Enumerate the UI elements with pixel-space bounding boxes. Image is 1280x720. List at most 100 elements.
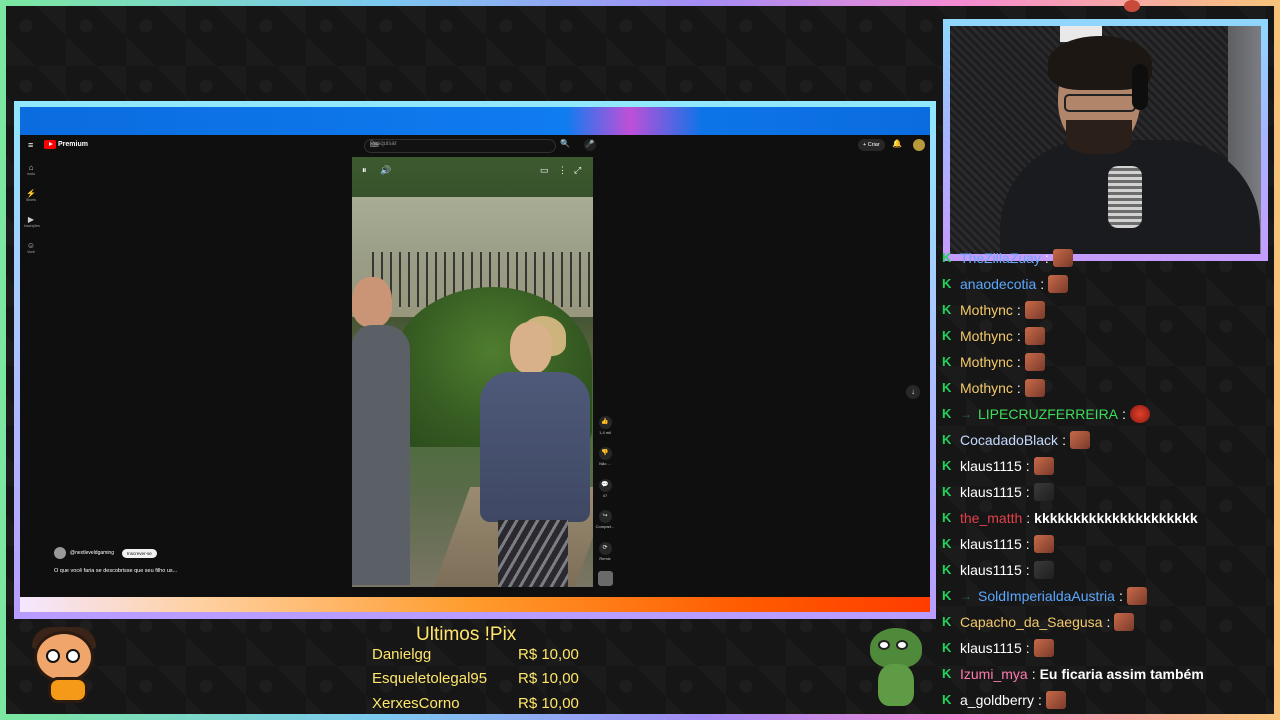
chat-username[interactable]: Mothync <box>960 380 1013 396</box>
chat-panel: K TheZillaZuay: Kanaodecotia: K Mothync: K Mot… <box>942 246 1272 714</box>
chat-username[interactable]: klaus1115 <box>960 536 1022 552</box>
youtube-logo[interactable]: Premium <box>44 140 88 149</box>
remix-button[interactable]: ⟳ Remix <box>594 542 616 561</box>
chat-username[interactable]: CocadadoBlack <box>960 432 1058 448</box>
keyboard-icon[interactable]: ⌨ <box>370 142 551 149</box>
like-button[interactable]: 👍 1,4 mil <box>594 416 616 435</box>
chat-username[interactable]: klaus1115 <box>960 458 1022 474</box>
sidebar-item-home[interactable]: ⌂ Início <box>24 163 38 176</box>
kick-badge-icon: K <box>942 250 952 265</box>
chat-username[interactable]: Mothync <box>960 302 1013 318</box>
sidebar-item-shorts[interactable]: ⚡ Shorts <box>24 189 38 202</box>
home-icon: ⌂ <box>28 163 34 172</box>
chat-username[interactable]: TheZillaZuay <box>960 250 1041 266</box>
pix-donor-name: Esqueletolegal95 <box>372 670 488 687</box>
chat-emote-icon <box>1033 535 1054 553</box>
kick-badge-icon: K <box>942 302 952 317</box>
chat-username[interactable]: Izumi_mya <box>960 666 1028 682</box>
share-button[interactable]: ↪ Compart... <box>594 510 616 529</box>
kick-badge-icon: K <box>942 562 952 577</box>
chat-colon: : <box>1025 562 1030 578</box>
chat-emote-icon <box>1048 275 1069 293</box>
search-input[interactable]: Pesquisar ⌨ <box>364 139 556 153</box>
subscribe-button[interactable]: Inscrever-se <box>122 548 157 558</box>
kick-badge-icon: K <box>942 328 952 343</box>
chat-username[interactable]: Mothync <box>960 354 1013 370</box>
comments-button[interactable]: 💬 47 <box>594 479 616 498</box>
streamer-beard <box>1066 120 1132 154</box>
avatar[interactable] <box>913 139 925 151</box>
fullscreen-icon[interactable]: ⤢ <box>574 165 581 176</box>
channel-name[interactable]: @nextleveldgaming <box>70 550 114 556</box>
captions-icon[interactable]: ▭ <box>540 165 549 176</box>
chat-colon: : <box>1106 614 1111 630</box>
chat-message: Kklaus1115: <box>942 558 1054 582</box>
chat-username[interactable]: klaus1115 <box>960 640 1022 656</box>
video-man <box>352 277 412 587</box>
pause-icon[interactable]: ⏸ <box>362 165 367 176</box>
remix-icon: ⟳ <box>598 542 612 555</box>
create-button[interactable]: + Criar <box>858 139 885 151</box>
mic-icon[interactable]: 🎤 <box>584 139 596 151</box>
chat-username[interactable]: Mothync <box>960 328 1013 344</box>
chat-colon: : <box>1016 302 1021 318</box>
menu-icon[interactable]: ≡ <box>28 141 38 150</box>
shorts-icon: ⚡ <box>26 189 36 198</box>
chat-message: K Izumi_mya: Eu ficaria assim também <box>942 662 1204 686</box>
screen-capture-topbar <box>20 107 930 135</box>
chat-username[interactable]: klaus1115 <box>960 562 1022 578</box>
kick-badge-icon: K <box>942 484 952 499</box>
chat-username[interactable]: klaus1115 <box>960 484 1022 500</box>
chat-message: K Mothync: <box>942 376 1045 400</box>
chat-colon: : <box>1040 276 1045 292</box>
pix-donor-amount: R$ 10,00 <box>518 646 579 663</box>
search-icon[interactable]: 🔍 <box>557 139 573 153</box>
pepe-frog-emote <box>866 628 926 708</box>
chat-message: K Capacho_da_Saegusa: <box>942 610 1135 634</box>
youtube-window: ≡ Premium Pesquisar ⌨ 🔍 🎤 + Criar 🔔 ⌂ In… <box>20 135 930 597</box>
chat-emote-icon <box>1024 301 1045 319</box>
chat-username[interactable]: LIPECRUZFERREIRA <box>978 406 1118 422</box>
chat-colon: : <box>1062 432 1066 448</box>
chat-username[interactable]: anaodecotia <box>960 276 1036 292</box>
dislike-button[interactable]: 👎 Não ... <box>594 447 616 466</box>
chat-emote-icon <box>1033 457 1054 475</box>
chat-emote-icon <box>1033 639 1054 657</box>
chat-username[interactable]: Capacho_da_Saegusa <box>960 614 1102 630</box>
chat-username[interactable]: the_matth <box>960 510 1022 526</box>
kick-badge-icon: K <box>942 458 952 473</box>
sidebar-item-label: Inscrições <box>24 224 40 228</box>
chat-colon: : <box>1025 484 1030 500</box>
user-icon: ☺ <box>26 241 36 250</box>
chat-emote-icon <box>1052 249 1073 267</box>
sidebar-item-subscriptions[interactable]: ▶ Inscrições <box>24 215 40 228</box>
chat-username[interactable]: SoldImperialdaAustria <box>978 588 1115 604</box>
chat-emote-icon <box>1114 613 1135 631</box>
chat-colon: : <box>1118 588 1123 604</box>
kick-badge-icon: K <box>942 640 952 655</box>
volume-icon[interactable]: 🔊 <box>380 165 391 176</box>
screen-capture-bottombar <box>20 597 930 612</box>
thumbs-up-icon: 👍 <box>598 416 612 429</box>
top-emote-decoration <box>1124 0 1140 12</box>
video-title[interactable]: O que você faria se descobrisse que seu … <box>54 568 177 574</box>
arrow-down-icon[interactable]: ↓ <box>906 385 920 399</box>
subscriptions-icon: ▶ <box>27 215 35 224</box>
chat-emote-icon <box>1033 561 1054 579</box>
chat-message: K Mothync: <box>942 350 1045 374</box>
thumbs-down-icon: 👎 <box>598 447 612 460</box>
chat-colon: : <box>1016 354 1021 370</box>
chat-message: Kklaus1115: <box>942 480 1054 504</box>
chat-emote-icon <box>1033 483 1054 501</box>
like-count: 1,4 mil <box>599 430 611 435</box>
pix-title: Ultimos !Pix <box>416 624 517 645</box>
shorts-video-player[interactable]: ⏸ 🔊 ▭ ⋮ ⤢ <box>352 157 593 587</box>
more-icon[interactable]: ⋮ <box>558 165 567 176</box>
comment-count: 47 <box>602 493 608 498</box>
channel-avatar[interactable] <box>54 547 66 559</box>
sound-thumbnail[interactable] <box>598 571 613 586</box>
sidebar-item-you[interactable]: ☺ Você <box>24 241 38 254</box>
chat-text: Eu ficaria assim também <box>1039 666 1204 682</box>
chat-username[interactable]: a_goldberry <box>960 692 1034 708</box>
bell-icon[interactable]: 🔔 <box>892 139 902 148</box>
